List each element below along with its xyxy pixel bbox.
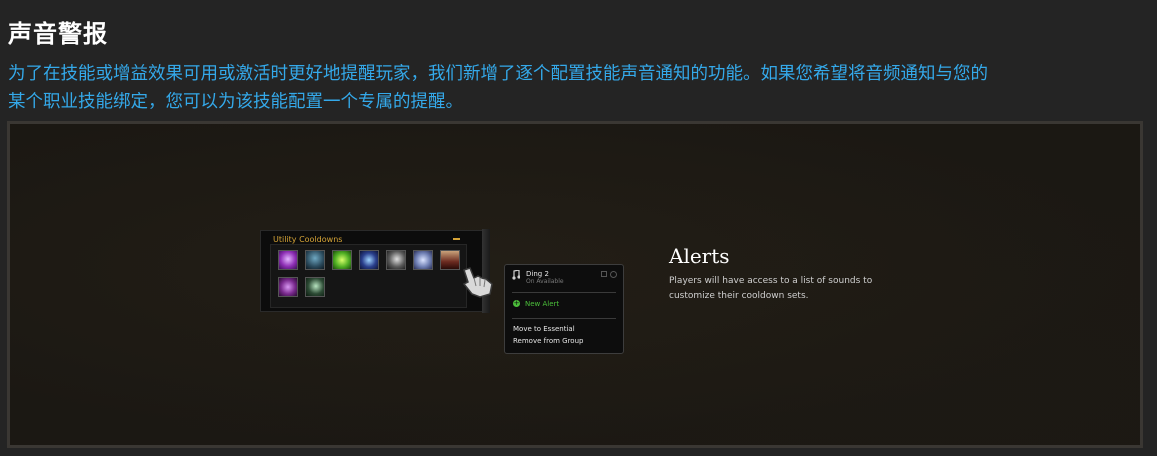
bone-cage-icon[interactable] [440,250,460,270]
intro-text: 为了在技能或增益效果可用或激活时更好地提醒玩家，我们新增了逐个配置技能声音通知的… [8,60,1148,116]
add-icon[interactable]: + [513,300,520,307]
purple-demon-icon[interactable] [278,250,298,270]
context-menu: Ding 2 On Available + New Alert Move to … [504,264,624,354]
minimize-icon[interactable] [453,238,460,240]
edit-icon[interactable] [601,271,607,277]
purple-tentacle-icon[interactable] [278,277,298,297]
cooldown-panel-title: Utility Cooldowns [273,235,343,244]
spectral-orb-icon[interactable] [413,250,433,270]
sound-condition: On Available [526,278,564,285]
music-note-icon [512,270,520,280]
menu-divider-2 [512,318,616,319]
alerts-title: Alerts [669,244,730,268]
green-burst-icon[interactable] [332,250,352,270]
section-heading: 声音警报 [8,20,108,48]
settings-icon[interactable] [610,271,617,278]
move-to-essential-item[interactable]: Move to Essential [513,325,575,333]
intro-line-1: 为了在技能或增益效果可用或激活时更好地提醒玩家，我们新增了逐个配置技能声音通知的… [8,64,988,84]
blue-hands-icon[interactable] [359,250,379,270]
remove-from-group-item[interactable]: Remove from Group [513,337,583,345]
sound-name[interactable]: Ding 2 [526,270,549,278]
intro-line-2: 某个职业技能绑定，您可以为该技能配置一个专属的提醒。 [8,92,463,112]
dark-figure-icon[interactable] [305,277,325,297]
shadow-figure-icon[interactable] [305,250,325,270]
skeleton-icon[interactable] [386,250,406,270]
new-alert-button[interactable]: New Alert [525,300,559,308]
menu-divider [512,292,616,293]
hand-cursor-icon [462,267,493,298]
alerts-description: Players will have access to a list of so… [669,276,873,301]
